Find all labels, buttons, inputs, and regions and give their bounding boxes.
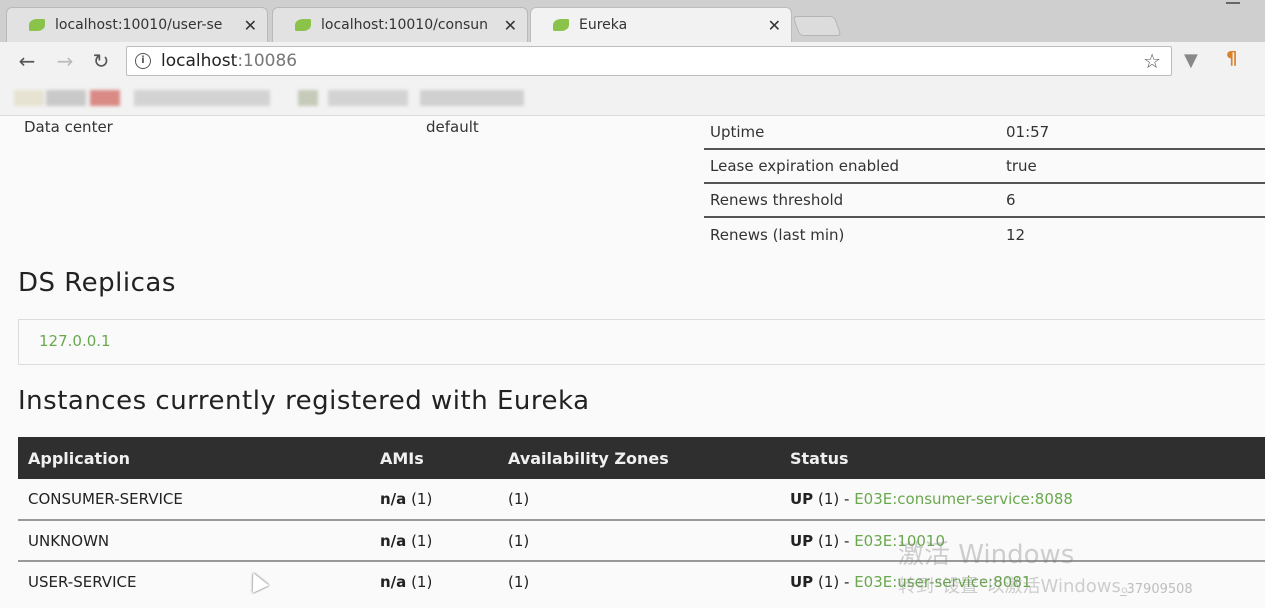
blurred-bookmark[interactable] — [14, 90, 44, 106]
blurred-bookmark[interactable] — [420, 90, 524, 106]
tab-label: Eureka — [579, 17, 628, 33]
close-icon[interactable]: ✕ — [244, 16, 257, 35]
spring-leaf-icon — [29, 19, 45, 31]
windows-activation-hint: 转到"设置"以激活Windows。 — [898, 576, 1139, 597]
tab-label: localhost:10010/consun — [321, 17, 488, 33]
app-name: UNKNOWN — [18, 520, 370, 562]
stat-key: Renews threshold — [710, 191, 844, 209]
bookmarks-bar — [0, 80, 1265, 116]
forward-icon[interactable]: → — [52, 48, 78, 74]
stat-value: true — [1006, 157, 1037, 175]
extension-icon[interactable]: ¶ — [1226, 48, 1237, 69]
app-name: CONSUMER-SERVICE — [18, 479, 370, 521]
zones-cell: (1) — [508, 573, 530, 591]
address-bar[interactable]: i localhost:10086 ☆ — [126, 46, 1172, 76]
status-value: UP — [790, 490, 814, 508]
blurred-bookmark[interactable] — [328, 90, 408, 106]
ami-count: (1) — [411, 573, 433, 591]
tab-user-service[interactable]: localhost:10010/user-se ✕ — [6, 7, 268, 42]
spring-leaf-icon — [295, 19, 311, 31]
close-icon[interactable]: ✕ — [504, 16, 517, 35]
stats-table: Uptime 01:57 Lease expiration enabled tr… — [704, 116, 1265, 252]
stat-key: Renews (last min) — [710, 226, 845, 244]
close-icon[interactable]: ✕ — [768, 16, 781, 35]
zones-cell: (1) — [498, 479, 780, 521]
stat-value: 01:57 — [1006, 123, 1050, 141]
tab-consumer-service[interactable]: localhost:10010/consun ✕ — [272, 7, 528, 42]
url-host: localhost — [161, 51, 238, 71]
ds-replicas-title: DS Replicas — [18, 268, 176, 298]
status-value: UP — [790, 531, 814, 550]
replica-link[interactable]: 127.0.0.1 — [39, 332, 111, 350]
blurred-bookmark[interactable] — [298, 90, 318, 106]
stats-row: Renews (last min) 12 — [704, 218, 1265, 252]
status-count: (1) - — [817, 573, 850, 591]
status-cell: UP (1) - E03E:consumer-service:8088 — [780, 479, 1265, 521]
stats-row: Uptime 01:57 — [704, 116, 1265, 150]
status-count: (1) - — [817, 531, 850, 550]
new-tab-button[interactable] — [792, 16, 842, 36]
data-center-label: Data center — [24, 118, 113, 136]
table-row: CONSUMER-SERVICE n/a (1) (1) UP (1) - E0… — [18, 479, 1265, 521]
ami-cell: n/a (1) — [370, 561, 498, 602]
column-header: Availability Zones — [498, 437, 780, 479]
windows-activation-watermark: 激活 Windows — [898, 540, 1075, 570]
zones-cell: (1) — [498, 520, 780, 562]
minimize-icon[interactable] — [1226, 2, 1240, 4]
browser-toolbar: ← → ↻ i localhost:10086 ☆ ▼ ¶ — [0, 42, 1265, 80]
ami-cell: n/a (1) — [370, 520, 498, 562]
url-port: :10086 — [237, 51, 298, 71]
app-name: USER-SERVICE — [28, 573, 137, 591]
table-header-row: Application AMIs Availability Zones Stat… — [18, 437, 1265, 479]
ami-value: n/a — [380, 531, 407, 550]
stats-row: Lease expiration enabled true — [704, 150, 1265, 184]
ami-value: n/a — [380, 490, 407, 508]
star-icon[interactable]: ☆ — [1143, 49, 1161, 73]
reload-icon[interactable]: ↻ — [88, 48, 114, 74]
blurred-bookmark[interactable] — [90, 90, 120, 106]
replicas-list: 127.0.0.1 — [18, 319, 1265, 365]
tab-label: localhost:10010/user-se — [55, 17, 223, 33]
spring-leaf-icon — [553, 19, 569, 31]
stat-key: Uptime — [710, 123, 765, 141]
stat-value: 12 — [1006, 226, 1026, 244]
ami-cell: n/a (1) — [370, 479, 498, 521]
tab-bar: localhost:10010/user-se ✕ localhost:1001… — [0, 0, 1265, 42]
stat-key: Lease expiration enabled — [710, 157, 900, 175]
blurred-bookmark[interactable] — [134, 90, 270, 106]
blurred-bookmark[interactable] — [46, 90, 86, 106]
credit-watermark: _37909508 — [1120, 582, 1193, 597]
back-icon[interactable]: ← — [14, 48, 40, 74]
extension-icon[interactable]: ▼ — [1184, 50, 1198, 71]
column-header: AMIs — [370, 437, 498, 479]
column-header: Status — [780, 437, 1265, 479]
status-value: UP — [790, 573, 814, 591]
instance-link[interactable]: E03E:consumer-service:8088 — [854, 490, 1073, 508]
stat-value: 6 — [1006, 191, 1016, 209]
instances-title: Instances currently registered with Eure… — [18, 386, 590, 416]
stats-row: Renews threshold 6 — [704, 184, 1265, 218]
column-header: Application — [18, 437, 370, 479]
tab-eureka[interactable]: Eureka ✕ — [530, 7, 792, 42]
data-center-value: default — [426, 118, 479, 136]
ami-count: (1) — [411, 490, 433, 508]
eureka-page: Data center default Uptime 01:57 Lease e… — [0, 116, 1265, 608]
ami-value: n/a — [380, 573, 407, 591]
table-row: UNKNOWN n/a (1) (1) UP (1) - E03E:10010 — [18, 520, 1265, 562]
ami-count: (1) — [411, 531, 433, 550]
info-icon[interactable]: i — [135, 53, 151, 69]
status-count: (1) - — [817, 490, 850, 508]
